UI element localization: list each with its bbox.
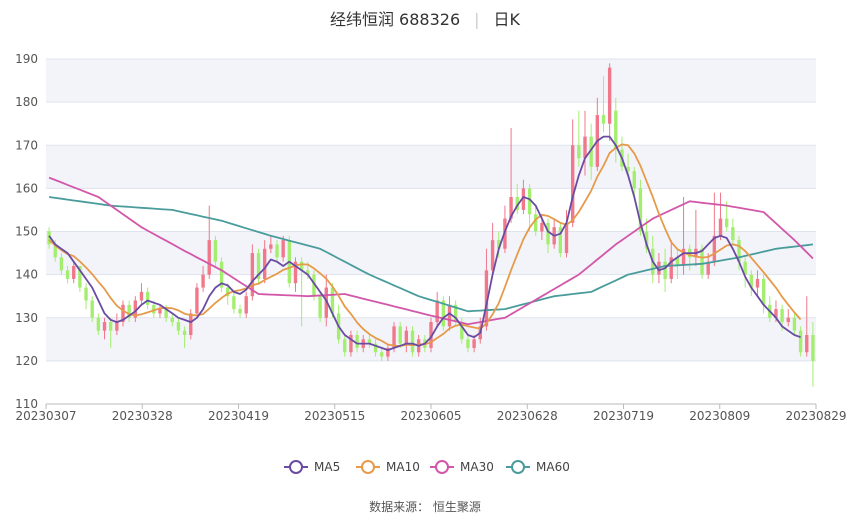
candle-body <box>583 136 587 159</box>
grid-band <box>46 59 816 103</box>
data-source: 数据来源： 恒生聚源 <box>369 500 481 514</box>
candle-body <box>700 248 704 275</box>
legend-marker <box>511 460 525 474</box>
candle-body <box>65 270 70 279</box>
candle-body <box>170 317 174 323</box>
candle-body <box>798 330 803 353</box>
candle-body <box>262 248 267 279</box>
x-tick-label: 20230829 <box>785 409 846 423</box>
y-tick-label: 120 <box>15 354 38 368</box>
candle-body <box>404 330 409 344</box>
candle-body <box>244 296 248 314</box>
candle-body <box>466 339 470 348</box>
candle-body <box>102 322 107 331</box>
candle-body <box>786 317 790 323</box>
candle-body <box>96 317 101 331</box>
x-tick-label: 20230809 <box>689 409 750 423</box>
x-tick-label: 20230515 <box>304 409 365 423</box>
candle-body <box>490 240 495 271</box>
candle-body <box>546 222 550 245</box>
candle-body <box>84 287 88 301</box>
candle-body <box>108 322 113 331</box>
x-tick-label: 20230719 <box>593 409 654 423</box>
candle-body <box>182 330 187 335</box>
y-tick-label: 150 <box>15 225 38 239</box>
candle-body <box>90 300 94 318</box>
candle-body <box>213 240 218 262</box>
candle-body <box>398 326 402 344</box>
y-tick-label: 170 <box>15 138 38 152</box>
legend-marker <box>435 460 449 474</box>
y-tick-label: 130 <box>15 311 38 325</box>
kline-chart: 11012013014015016017018019020230307 20230… <box>15 52 847 474</box>
candle-body <box>570 145 575 223</box>
candle-body <box>534 214 538 232</box>
candle-body <box>145 291 150 305</box>
candle-body <box>435 300 439 323</box>
candle-body <box>232 296 236 310</box>
candle-body <box>632 171 636 189</box>
candle-body <box>805 335 809 353</box>
legend-marker <box>361 460 375 474</box>
x-tick-label: 20230419 <box>208 409 269 423</box>
candle-body <box>755 278 760 288</box>
x-tick-label: 20230605 <box>400 409 461 423</box>
candle-body <box>564 222 569 254</box>
candle-body <box>176 322 181 331</box>
candle-body <box>380 352 384 357</box>
legend-label: MA30 <box>460 460 494 474</box>
candle-body <box>281 240 285 258</box>
candle-body <box>238 309 242 314</box>
candle-body <box>139 291 144 301</box>
x-tick-label: 20230628 <box>497 409 558 423</box>
candle-body <box>59 257 64 271</box>
x-tick-label: 20230328 <box>112 409 173 423</box>
legend-label: MA60 <box>536 460 570 474</box>
candle-body <box>761 278 766 305</box>
y-tick-label: 190 <box>15 52 38 66</box>
candle-body <box>343 339 347 353</box>
candle-body <box>269 244 273 249</box>
candle-body <box>601 115 606 124</box>
candle-body <box>355 335 359 348</box>
candle-body <box>718 218 723 236</box>
candle-body <box>540 222 544 232</box>
candle-body <box>811 335 815 361</box>
candle-body <box>158 309 162 314</box>
candle-body <box>724 218 729 228</box>
candle-body <box>792 317 797 331</box>
candle-body <box>663 261 667 279</box>
candle-body <box>577 145 581 159</box>
legend-marker <box>289 460 303 474</box>
y-tick-label: 160 <box>15 181 38 195</box>
candle-body <box>607 67 612 124</box>
chart-stage: 经纬恒润 688326 | 日K 110 120 130 140 150 160 170 180 1… <box>0 0 850 517</box>
candle-body <box>780 309 784 323</box>
candle-body <box>195 287 199 314</box>
candle-body <box>189 313 193 335</box>
candle-body <box>447 304 452 327</box>
candle-body <box>201 274 205 288</box>
candle-body <box>115 322 119 331</box>
candle-body <box>472 339 476 348</box>
candle-body <box>275 244 279 258</box>
x-tick-label: 20230307 <box>15 409 76 423</box>
candle-body <box>410 330 415 353</box>
candle-body <box>207 240 211 275</box>
candle-body <box>72 266 76 279</box>
y-tick-label: 140 <box>15 268 38 282</box>
grid-band <box>46 145 816 189</box>
candle-body <box>318 296 322 318</box>
candle-body <box>731 227 735 241</box>
legend-label: MA5 <box>314 460 340 474</box>
legend-label: MA10 <box>386 460 420 474</box>
y-tick-label: 180 <box>15 95 38 109</box>
